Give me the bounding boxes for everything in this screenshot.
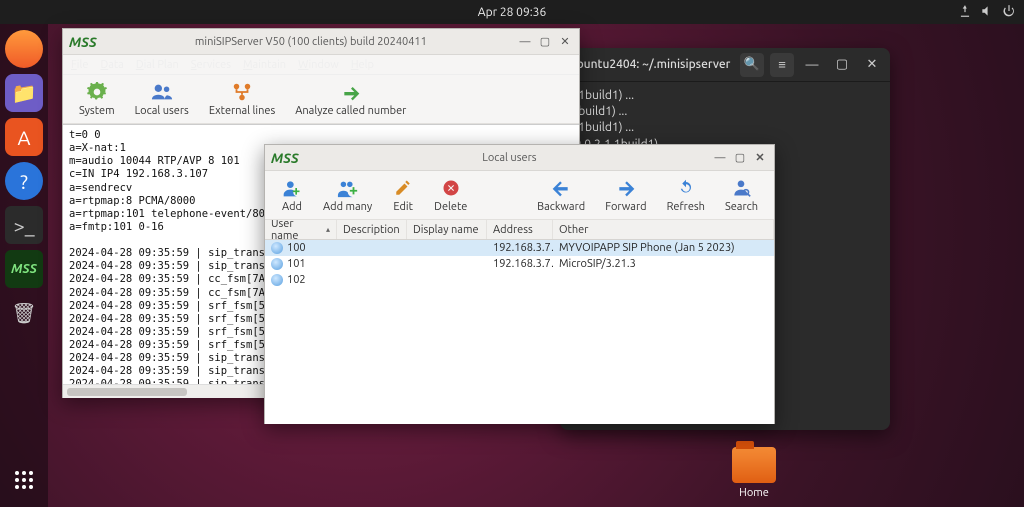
search-button[interactable]: Search (715, 175, 768, 215)
terminal-titlebar[interactable]: ubuntu2404: ~/.minisipserver 🔍 ≡ — ▢ ✕ (560, 48, 890, 82)
table-row[interactable]: 101192.168.3.7…MicroSIP/3.21.3 (265, 256, 774, 272)
main-maximize-button[interactable]: ▢ (537, 35, 553, 49)
menu-help[interactable]: Help (351, 59, 374, 71)
table-row[interactable]: 100192.168.3.7…MYVOIPAPP SIP Phone (Jan … (265, 240, 774, 256)
user-icon (271, 274, 283, 286)
terminal-minimize-button[interactable]: — (800, 53, 824, 77)
lu-maximize-button[interactable]: ▢ (732, 151, 748, 165)
main-minimize-button[interactable]: — (517, 35, 533, 49)
dock-terminal[interactable]: >_ (5, 206, 43, 244)
network-icon[interactable] (958, 4, 972, 21)
launcher-dock: 📁 A ? >_ MSS 🗑 (0, 24, 48, 507)
column-header-other[interactable]: Other (553, 220, 774, 239)
dock-mss[interactable]: MSS (5, 250, 43, 288)
menu-data[interactable]: Data (100, 59, 123, 71)
users-icon (151, 81, 173, 103)
addm-icon (337, 177, 359, 199)
back-icon (550, 177, 572, 199)
edit-icon (392, 177, 414, 199)
volume-icon[interactable] (980, 4, 994, 21)
user-icon (271, 242, 283, 254)
terminal-menu-button[interactable]: ≡ (770, 53, 794, 77)
external-lines-button[interactable]: External lines (199, 79, 285, 119)
terminal-close-button[interactable]: ✕ (860, 53, 884, 77)
dock-files[interactable]: 📁 (5, 74, 43, 112)
search-icon (730, 177, 752, 199)
add-button[interactable]: Add (271, 175, 313, 215)
local-users-table: User nameDescriptionDisplay nameAddressO… (265, 220, 774, 424)
column-header-display-name[interactable]: Display name (407, 220, 487, 239)
terminal-maximize-button[interactable]: ▢ (830, 53, 854, 77)
dock-software[interactable]: A (5, 118, 43, 156)
arrow-icon (340, 81, 362, 103)
main-titlebar[interactable]: MSS miniSIPServer V50 (100 clients) buil… (63, 29, 579, 55)
desktop-home-label: Home (724, 487, 784, 499)
dock-help[interactable]: ? (5, 162, 43, 200)
table-header-row[interactable]: User nameDescriptionDisplay nameAddressO… (265, 220, 774, 240)
menu-services[interactable]: Services (191, 59, 231, 71)
local-users-window: MSS Local users — ▢ ✕ AddAdd manyEditDel… (264, 144, 775, 424)
edit-button[interactable]: Edit (382, 175, 424, 215)
main-menubar[interactable]: File Data Dial Plan Services Maintain Window H… (63, 55, 579, 75)
desktop-home-icon[interactable]: Home (724, 447, 784, 499)
folder-icon (732, 447, 776, 483)
mss-logo-icon: MSS (69, 34, 97, 50)
table-row[interactable]: 102 (265, 272, 774, 288)
add-many-button[interactable]: Add many (313, 175, 382, 215)
del-icon (440, 177, 462, 199)
main-toolbar: SystemLocal usersExternal linesAnalyze c… (63, 75, 579, 124)
ref-icon (675, 177, 697, 199)
column-header-user-name[interactable]: User name (265, 220, 337, 239)
lu-close-button[interactable]: ✕ (752, 151, 768, 165)
top-menu-bar: Apr 28 09:36 (0, 0, 1024, 24)
scrollbar-thumb[interactable] (67, 388, 187, 396)
local-users-title: Local users (307, 152, 712, 164)
menu-maintain[interactable]: Maintain (243, 59, 286, 71)
terminal-search-button[interactable]: 🔍 (740, 53, 764, 77)
user-icon (271, 258, 283, 270)
delete-button[interactable]: Delete (424, 175, 477, 215)
backward-button[interactable]: Backward (527, 175, 595, 215)
column-header-address[interactable]: Address (487, 220, 553, 239)
menu-window[interactable]: Window (298, 59, 339, 71)
local-users-titlebar[interactable]: MSS Local users — ▢ ✕ (265, 145, 774, 171)
main-close-button[interactable]: ✕ (557, 35, 573, 49)
mss-logo-icon: MSS (271, 150, 299, 166)
clock: Apr 28 09:36 (478, 6, 546, 19)
forward-button[interactable]: Forward (595, 175, 656, 215)
menu-file[interactable]: File (71, 59, 88, 71)
system-tray[interactable] (958, 4, 1016, 21)
menu-dial-plan[interactable]: Dial Plan (136, 59, 179, 71)
add-icon (281, 177, 303, 199)
lines-icon (231, 81, 253, 103)
local-users-toolbar: AddAdd manyEditDelete BackwardForwardRefr… (265, 171, 774, 220)
power-icon[interactable] (1002, 4, 1016, 21)
main-window-title: miniSIPServer V50 (100 clients) build 20… (105, 36, 517, 48)
show-applications-button[interactable] (5, 461, 43, 499)
refresh-button[interactable]: Refresh (657, 175, 715, 215)
fwd-icon (615, 177, 637, 199)
terminal-title: ubuntu2404: ~/.minisipserver (566, 58, 734, 71)
system-button[interactable]: System (69, 79, 125, 119)
column-header-description[interactable]: Description (337, 220, 407, 239)
dock-trash[interactable]: 🗑 (5, 294, 43, 332)
dock-firefox[interactable] (5, 30, 43, 68)
gear-icon (86, 81, 108, 103)
analyze-called-number-button[interactable]: Analyze called number (285, 79, 416, 119)
lu-minimize-button[interactable]: — (712, 151, 728, 165)
local-users-button[interactable]: Local users (125, 79, 199, 119)
